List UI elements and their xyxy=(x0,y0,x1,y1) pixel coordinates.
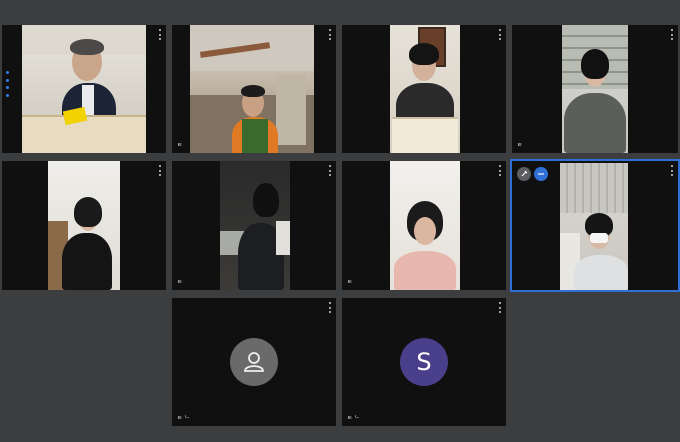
pin-button[interactable] xyxy=(517,167,531,181)
participant-video-8 xyxy=(560,163,628,290)
audio-level-button[interactable] xyxy=(534,167,548,181)
participant-name: ㅌ xyxy=(177,279,183,286)
participant-video-1 xyxy=(22,25,146,153)
participant-tile-5[interactable] xyxy=(2,161,166,290)
participant-tile-1[interactable] xyxy=(2,25,166,153)
pin-icon xyxy=(521,170,528,177)
more-options-icon[interactable] xyxy=(328,29,331,40)
participant-tile-7[interactable]: ㅌ xyxy=(342,161,506,290)
participant-avatar: S xyxy=(400,338,448,386)
participant-name: ㅌ xyxy=(177,142,183,149)
participant-video-7 xyxy=(390,161,460,290)
more-options-icon[interactable] xyxy=(328,165,331,176)
more-options-icon[interactable] xyxy=(328,302,331,313)
audio-level-icon xyxy=(538,173,544,175)
participant-video-4 xyxy=(562,25,628,153)
participant-tile-9[interactable]: ㅌ ᄂ xyxy=(172,298,336,426)
participant-tile-4[interactable]: ㅌ xyxy=(512,25,678,153)
meeting-grid: ㅌ ㅌ ㅌ ㅌ ㅌ ᄂ S ㅌ ᄂ xyxy=(0,0,680,442)
more-options-icon[interactable] xyxy=(158,165,161,176)
more-options-icon[interactable] xyxy=(498,165,501,176)
participant-name: ㅌ xyxy=(347,279,353,286)
participant-tile-3[interactable] xyxy=(342,25,506,153)
participant-name: ㅌ xyxy=(517,142,523,149)
participant-name: ㅌ ᄂ xyxy=(177,415,190,422)
participant-name: ㅌ ᄂ xyxy=(347,415,360,422)
more-options-icon[interactable] xyxy=(158,29,161,40)
participant-video-5 xyxy=(48,161,120,290)
participant-tile-2[interactable]: ㅌ xyxy=(172,25,336,153)
participant-tile-10[interactable]: S ㅌ ᄂ xyxy=(342,298,506,426)
more-options-icon[interactable] xyxy=(670,165,673,176)
participant-tile-6[interactable]: ㅌ xyxy=(172,161,336,290)
participant-video-6 xyxy=(220,161,290,290)
participant-avatar xyxy=(230,338,278,386)
participant-tile-8[interactable] xyxy=(510,159,680,292)
participant-video-2 xyxy=(190,25,314,153)
person-icon xyxy=(244,352,264,372)
participant-video-3 xyxy=(390,25,460,153)
avatar-initial: S xyxy=(416,348,432,376)
more-options-icon[interactable] xyxy=(498,302,501,313)
more-options-icon[interactable] xyxy=(498,29,501,40)
pinned-indicator xyxy=(6,71,9,97)
more-options-icon[interactable] xyxy=(670,29,673,40)
